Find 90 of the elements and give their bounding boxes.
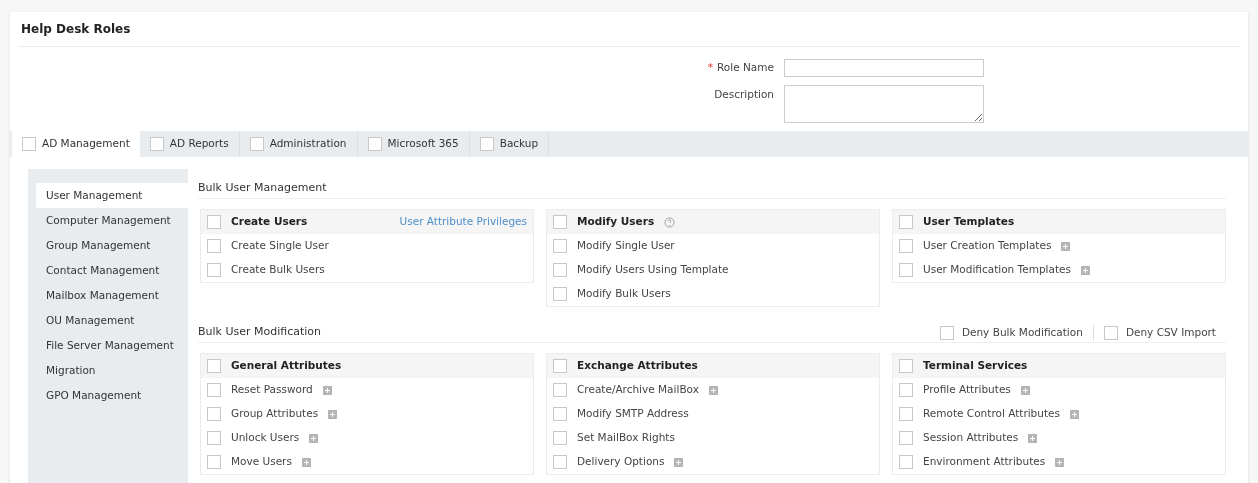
group-title: General Attributes	[231, 358, 342, 374]
permission-label: Modify SMTP Address	[577, 406, 689, 422]
sidebar-item[interactable]: Group Management	[36, 233, 188, 258]
checkbox[interactable]	[207, 455, 221, 469]
permission-label: Delivery Options	[577, 454, 665, 470]
option-label: Deny Bulk Modification	[961, 324, 1083, 340]
checkbox[interactable]	[899, 359, 913, 373]
checkbox[interactable]	[479, 137, 494, 151]
checkbox[interactable]	[22, 137, 36, 151]
checkbox[interactable]	[899, 383, 913, 397]
checkbox[interactable]	[899, 239, 913, 253]
checkbox[interactable]	[899, 431, 913, 445]
checkbox[interactable]	[939, 325, 954, 340]
expand-icon[interactable]	[1081, 265, 1090, 275]
checkbox[interactable]	[207, 407, 221, 421]
required-mark: *	[707, 60, 714, 76]
sidebar-item[interactable]: Contact Management	[36, 258, 188, 283]
checkbox[interactable]	[149, 137, 164, 151]
checkbox[interactable]	[553, 431, 567, 445]
permission-label: Create Bulk Users	[231, 262, 325, 278]
expand-icon[interactable]	[1061, 241, 1071, 251]
permission-label: Unlock Users	[231, 430, 300, 446]
permission-label: Environment Attributes	[923, 454, 1046, 470]
checkbox[interactable]	[367, 137, 382, 151]
checkbox[interactable]	[553, 263, 567, 277]
checkbox[interactable]	[1103, 325, 1118, 340]
checkbox[interactable]	[553, 383, 567, 397]
group-title: Create Users	[231, 214, 308, 230]
expand-icon[interactable]	[674, 457, 684, 467]
expand-icon[interactable]	[1020, 385, 1030, 395]
field-label: Role Name	[717, 60, 774, 76]
group-title: Exchange Attributes	[577, 358, 698, 374]
sidebar-item[interactable]: User Management	[36, 183, 188, 208]
sidebar-item[interactable]: GPO Management	[36, 383, 188, 408]
sidebar-item[interactable]: Computer Management	[36, 208, 188, 233]
group-title: User Templates	[923, 214, 1015, 230]
expand-icon[interactable]	[1070, 409, 1079, 419]
expand-icon[interactable]	[322, 385, 332, 395]
expand-icon[interactable]	[309, 433, 319, 443]
checkbox[interactable]	[899, 263, 913, 277]
checkbox[interactable]	[207, 383, 221, 397]
expand-icon[interactable]	[1028, 433, 1038, 443]
permission-label: Modify Single User	[577, 238, 675, 254]
permission-label: Move Users	[231, 454, 292, 470]
permission-label: Session Attributes	[923, 430, 1019, 446]
group-title: Terminal Services	[923, 358, 1028, 374]
checkbox[interactable]	[899, 407, 913, 421]
help-icon[interactable]	[664, 216, 676, 228]
description-field[interactable]	[784, 85, 984, 123]
option-label: Deny CSV Import	[1125, 324, 1216, 340]
role-name-field[interactable]	[784, 59, 984, 77]
permission-label: Set MailBox Rights	[577, 430, 675, 446]
field-label: Description	[713, 87, 774, 102]
sidebar-item[interactable]: File Server Management	[36, 333, 188, 358]
permission-label: User Modification Templates	[923, 262, 1071, 278]
checkbox[interactable]	[553, 407, 567, 421]
checkbox[interactable]	[553, 215, 567, 229]
checkbox[interactable]	[553, 455, 567, 469]
checkbox[interactable]	[207, 431, 221, 445]
expand-icon[interactable]	[708, 385, 718, 395]
permission-label: User Creation Templates	[923, 238, 1052, 254]
permission-label: Create/Archive MailBox	[577, 382, 699, 398]
checkbox[interactable]	[207, 263, 221, 277]
permission-label: Profile Attributes	[923, 382, 1011, 398]
checkbox[interactable]	[207, 239, 221, 253]
sidebar-item[interactable]: Migration	[36, 358, 188, 383]
section-title: Bulk User Modification	[198, 324, 322, 341]
permission-label: Modify Users Using Template	[577, 262, 729, 278]
permission-label: Modify Bulk Users	[577, 286, 671, 302]
checkbox[interactable]	[553, 287, 567, 301]
group-title: Modify Users	[577, 214, 655, 230]
checkbox[interactable]	[553, 359, 567, 373]
checkbox[interactable]	[207, 215, 221, 229]
permission-label: Remote Control Attributes	[923, 406, 1060, 422]
checkbox[interactable]	[207, 359, 221, 373]
permission-label: Reset Password	[231, 382, 313, 398]
tab[interactable]: AD Management	[12, 131, 140, 157]
sidebar-item[interactable]: Mailbox Management	[36, 283, 188, 308]
sidebar-item[interactable]: OU Management	[36, 308, 188, 333]
expand-icon[interactable]	[301, 457, 311, 467]
section-title: Bulk User Management	[198, 180, 327, 197]
permission-label: Create Single User	[231, 238, 329, 254]
checkbox[interactable]	[553, 239, 567, 253]
permission-label: Group Attributes	[231, 406, 319, 422]
checkbox[interactable]	[249, 137, 264, 151]
page-title: Help Desk Roles	[21, 22, 131, 36]
expand-icon[interactable]	[1055, 457, 1065, 467]
checkbox[interactable]	[899, 215, 913, 229]
expand-icon[interactable]	[328, 409, 338, 419]
checkbox[interactable]	[899, 455, 913, 469]
